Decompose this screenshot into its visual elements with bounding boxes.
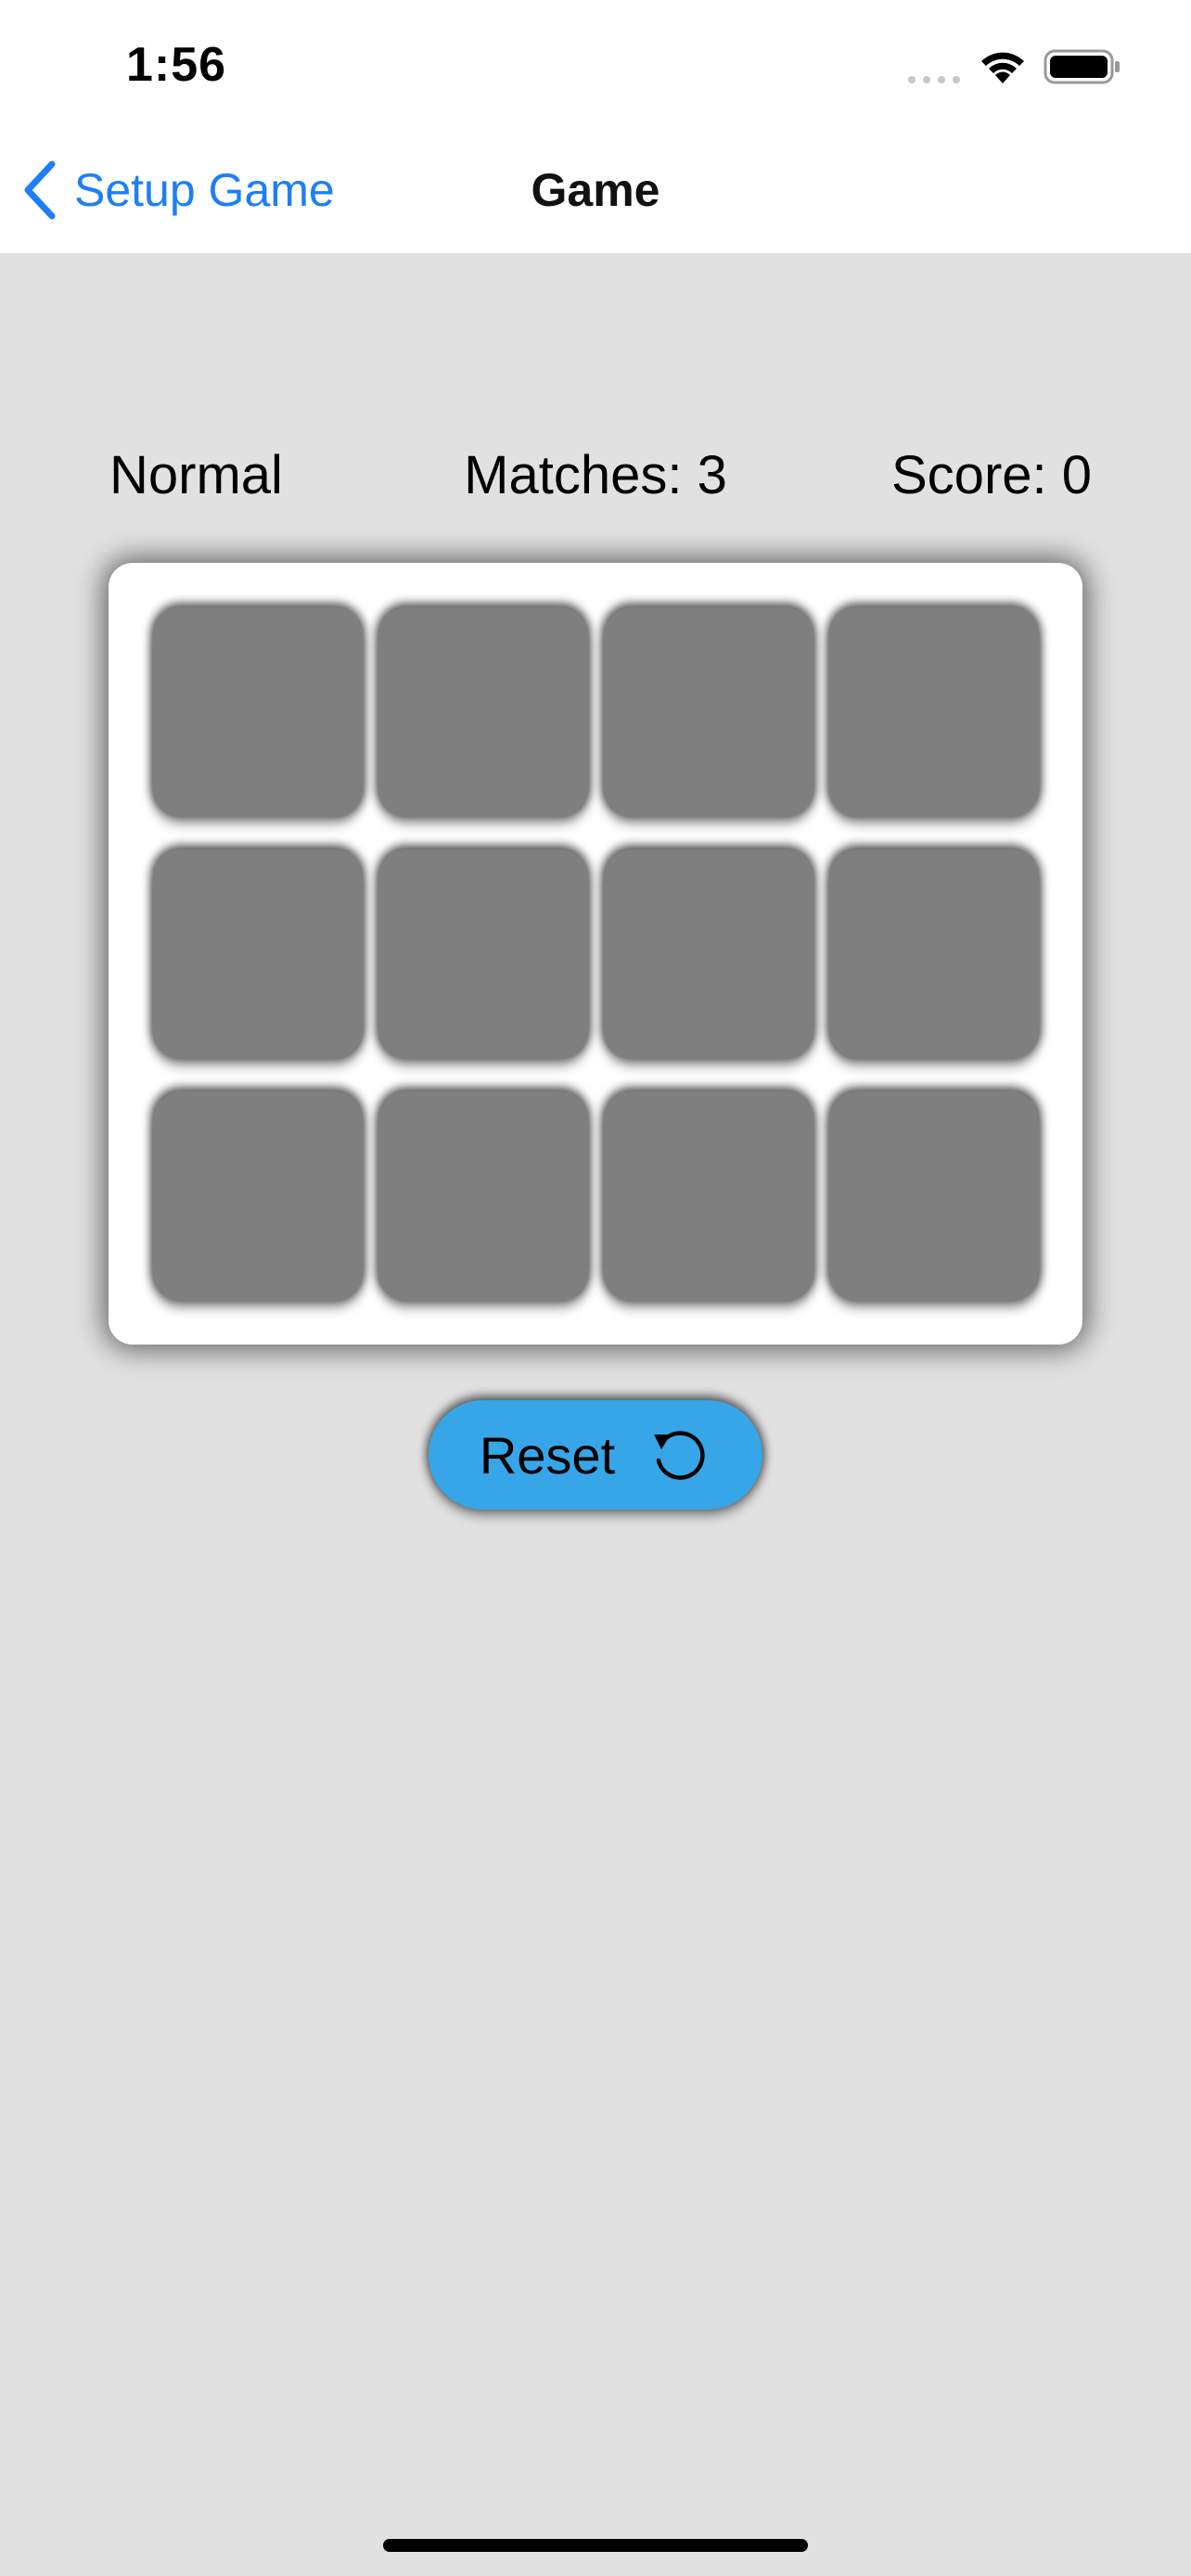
card[interactable] [829, 849, 1039, 1059]
reset-button[interactable]: Reset [429, 1400, 762, 1510]
reset-icon [654, 1431, 705, 1480]
reset-button-label: Reset [479, 1425, 616, 1485]
card[interactable] [604, 849, 813, 1059]
card[interactable] [153, 849, 363, 1059]
card[interactable] [378, 1091, 588, 1301]
card[interactable] [153, 607, 363, 817]
card[interactable] [378, 607, 588, 817]
card[interactable] [829, 1091, 1039, 1301]
card[interactable] [378, 849, 588, 1059]
card[interactable] [829, 607, 1039, 817]
card[interactable] [153, 1091, 363, 1301]
navigation-bar: 1:56 Setup Game Game [0, 0, 1191, 253]
page-title: Game [531, 164, 660, 216]
game-board [109, 563, 1082, 1345]
wifi-icon [981, 52, 1024, 83]
status-time: 1:56 [126, 38, 227, 92]
signal-icon [908, 76, 960, 83]
battery-icon [1044, 49, 1120, 84]
home-indicator[interactable] [383, 2539, 808, 2552]
card[interactable] [604, 607, 813, 817]
card[interactable] [604, 1091, 813, 1301]
score-counter: Score: 0 [891, 445, 1092, 505]
